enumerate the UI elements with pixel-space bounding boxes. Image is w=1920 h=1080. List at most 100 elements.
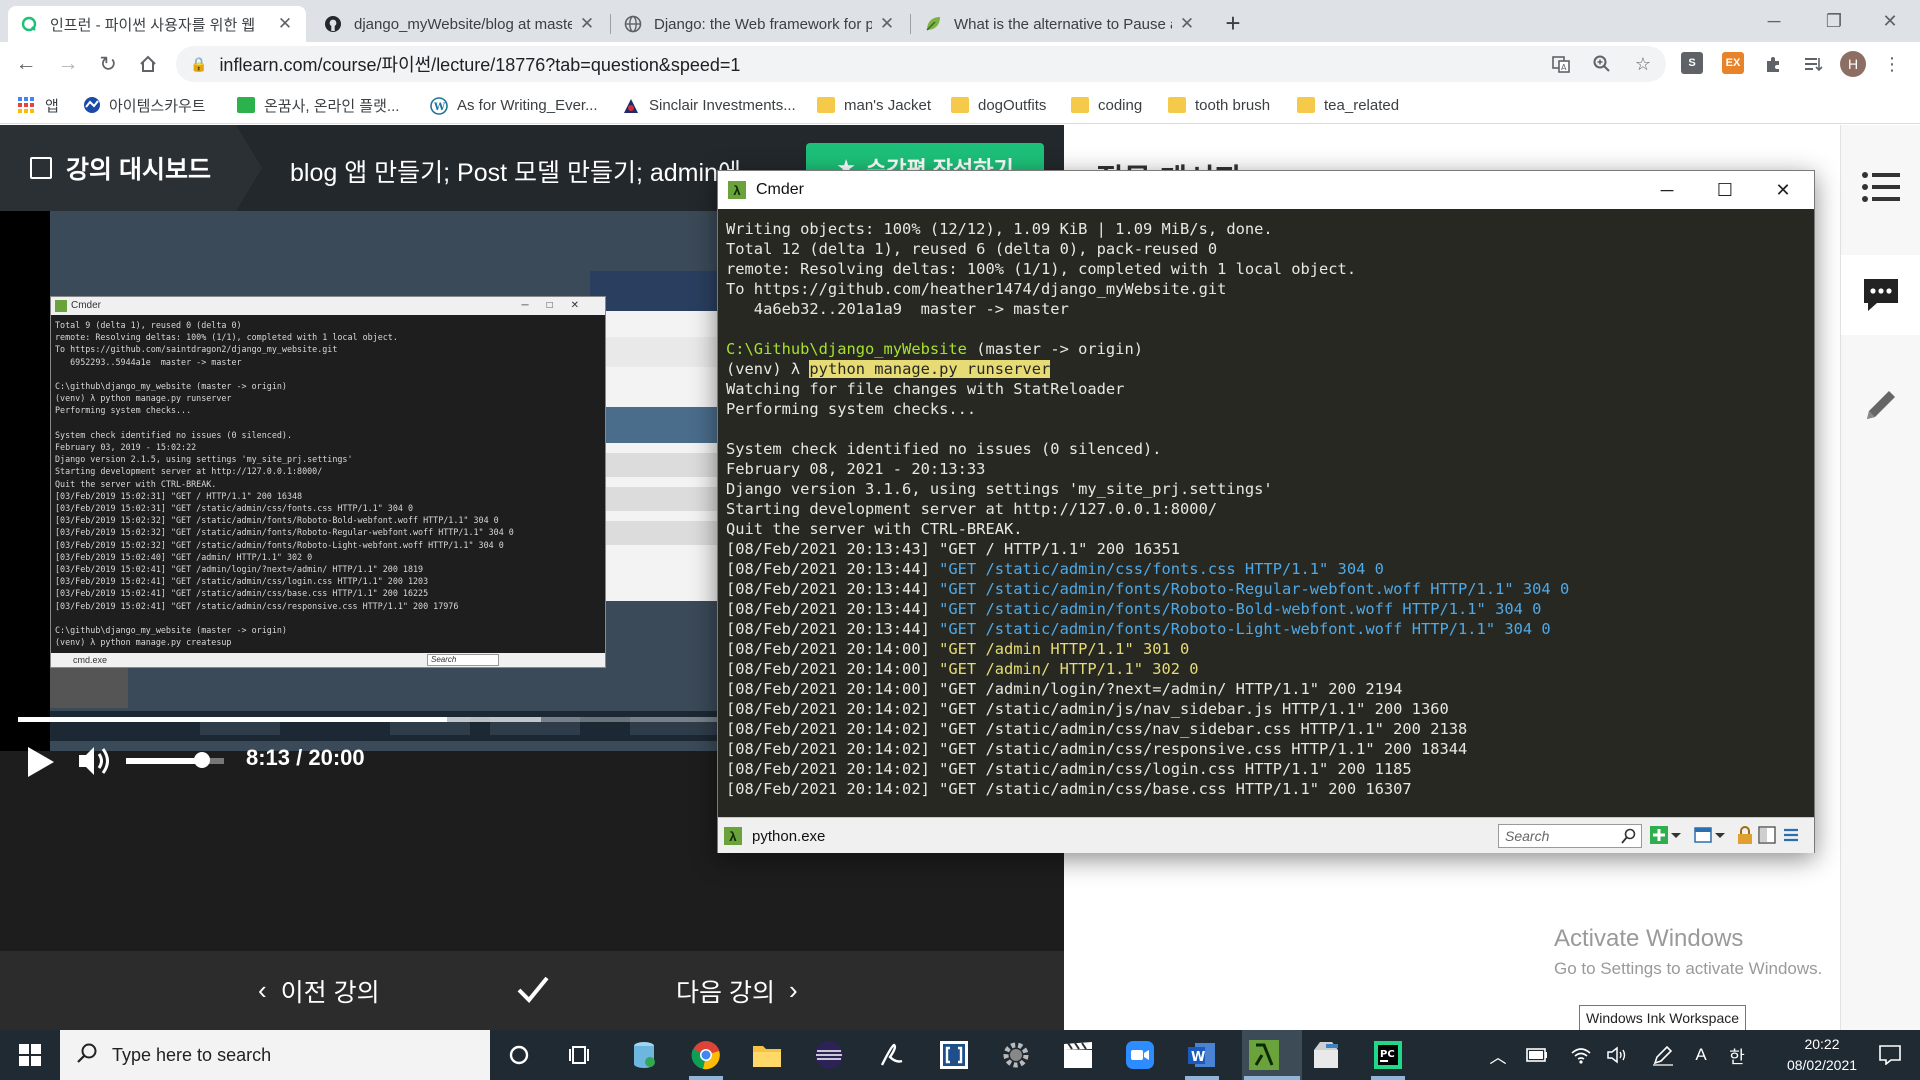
curriculum-list-icon[interactable]	[1841, 147, 1920, 227]
home-icon[interactable]	[132, 48, 164, 80]
extension-ex-icon[interactable]: EX	[1722, 52, 1744, 74]
windows-start-icon[interactable]	[0, 1030, 60, 1080]
chrome-menu-icon[interactable]: ⋮	[1880, 52, 1904, 76]
minimize-window-icon[interactable]: ─	[1744, 0, 1804, 42]
pen-workspace-icon[interactable]	[1648, 1030, 1678, 1080]
file-explorer-icon[interactable]	[750, 1038, 784, 1072]
cmder-console-tab[interactable]: λ python.exe	[724, 823, 825, 849]
hamburger-menu-icon[interactable]	[1782, 826, 1800, 844]
console-text-segment: [08/Feb/2021 20:13:44]	[726, 560, 940, 578]
battery-icon[interactable]	[1520, 1030, 1554, 1080]
zoom-icon[interactable]	[1590, 52, 1614, 76]
restore-window-icon[interactable]: ❐	[1804, 0, 1864, 42]
word-icon[interactable]: W	[1185, 1038, 1219, 1072]
cmder-window[interactable]: λ Cmder ─ ☐ ✕ Writing objects: 100% (12/…	[717, 170, 1815, 853]
lecture-title: blog 앱 만들기; Post 모델 만들기; admin에 ...	[290, 159, 769, 187]
chrome-icon[interactable]	[689, 1038, 723, 1072]
bracket-app-icon[interactable]	[937, 1038, 971, 1072]
bookmark-tooth-brush[interactable]: tooth brush	[1168, 94, 1270, 116]
cmder-status-bar: λ python.exe Search	[718, 817, 1814, 853]
next-lecture-button[interactable]: 다음 강의 ›	[676, 951, 798, 1030]
tab-github[interactable]: django_myWebsite/blog at maste ✕	[312, 6, 608, 42]
eclipse-icon[interactable]	[812, 1038, 846, 1072]
dashboard-link[interactable]: 강의 대시보드	[0, 125, 236, 211]
dropdown-arrow-icon[interactable]	[1714, 826, 1726, 844]
notification-center-icon[interactable]	[1860, 1030, 1920, 1080]
play-icon[interactable]	[26, 745, 56, 779]
cmder-minimize-icon[interactable]: ─	[1638, 171, 1696, 209]
close-tab-icon[interactable]: ✕	[276, 14, 294, 34]
extension-s-icon[interactable]: S	[1681, 52, 1703, 74]
close-window-icon[interactable]: ✕	[1860, 0, 1920, 42]
cmder-taskbar-icon[interactable]	[1247, 1038, 1281, 1072]
tray-expand-icon[interactable]: ︿	[1484, 1030, 1512, 1080]
console-text-segment: Watching for file changes with StatReloa…	[726, 380, 1125, 398]
console-line: System check identified no issues (0 sil…	[726, 439, 1806, 459]
bookmark-coding[interactable]: coding	[1071, 94, 1142, 116]
tab-django[interactable]: Django: the Web framework for p ✕	[612, 6, 908, 42]
clapper-icon[interactable]	[1061, 1038, 1095, 1072]
ime-mode-a[interactable]: A	[1688, 1030, 1714, 1080]
folder-icon	[1168, 97, 1186, 113]
taskbar-clock[interactable]: 20:22 08/02/2021	[1776, 1034, 1868, 1076]
folder-icon	[817, 97, 835, 113]
split-view-icon[interactable]	[1758, 826, 1776, 844]
running-indicator	[1371, 1076, 1405, 1080]
console-line: [08/Feb/2021 20:14:00] "GET /admin/ HTTP…	[726, 659, 1806, 679]
bookmark-onggumsa[interactable]: 온꿈사, 온라인 플랫...	[237, 94, 399, 116]
note-pencil-icon[interactable]	[1841, 365, 1920, 445]
bookmark-dogoutfits[interactable]: dogOutfits	[951, 94, 1046, 116]
forward-arrow-icon[interactable]: →	[52, 48, 84, 80]
tab-separator	[910, 14, 911, 34]
task-view-icon[interactable]	[563, 1038, 597, 1072]
reload-icon[interactable]: ↻	[92, 48, 124, 80]
back-arrow-icon[interactable]: ←	[10, 48, 42, 80]
cmder-maximize-icon[interactable]: ☐	[1696, 171, 1754, 209]
volume-icon[interactable]	[76, 743, 114, 779]
cardboard-box-icon[interactable]	[1309, 1038, 1343, 1072]
close-tab-icon[interactable]: ✕	[578, 14, 596, 34]
zoom-app-icon[interactable]	[1123, 1038, 1157, 1072]
bookmark-apps[interactable]: 앱	[18, 94, 59, 116]
translate-icon[interactable]: A	[1549, 52, 1573, 76]
cmder-console[interactable]: Writing objects: 100% (12/12), 1.09 KiB …	[718, 209, 1814, 817]
wifi-icon[interactable]	[1566, 1030, 1596, 1080]
windows-taskbar: Type here to search W PC ︿ A 한 20:22 08/…	[0, 1030, 1920, 1080]
cortana-icon[interactable]	[502, 1038, 536, 1072]
reading-list-icon[interactable]	[1801, 52, 1825, 76]
close-tab-icon[interactable]: ✕	[878, 14, 896, 34]
sinclair-logo-icon	[622, 97, 640, 113]
complete-check-icon[interactable]	[516, 969, 550, 1009]
taskbar-search-box[interactable]: Type here to search	[60, 1030, 490, 1080]
settings-gear-icon[interactable]	[999, 1038, 1033, 1072]
previous-lecture-button[interactable]: ‹ 이전 강의	[258, 951, 380, 1030]
close-tab-icon[interactable]: ✕	[1178, 14, 1196, 34]
cmder-search-input[interactable]: Search	[1498, 824, 1642, 848]
console-list-icon[interactable]	[1694, 826, 1712, 844]
drive-app-icon[interactable]	[627, 1038, 661, 1072]
tab-inflearn[interactable]: 인프런 - 파이썬 사용자를 위한 웹 ✕	[8, 6, 306, 42]
bookmark-mans-jacket[interactable]: man's Jacket	[817, 94, 931, 116]
bookmark-tea-related[interactable]: tea_related	[1297, 94, 1399, 116]
lock-icon[interactable]	[1736, 826, 1754, 844]
bookmark-star-icon[interactable]: ☆	[1631, 52, 1655, 76]
volume-knob[interactable]	[194, 752, 211, 768]
speaker-icon[interactable]	[1602, 1030, 1632, 1080]
pycharm-icon[interactable]: PC	[1371, 1038, 1405, 1072]
bookmark-itemscout[interactable]: 아이템스카우트	[82, 94, 206, 116]
tab-title: Django: the Web framework for p	[654, 15, 872, 33]
new-tab-button[interactable]: +	[1218, 8, 1248, 38]
dropdown-arrow-icon[interactable]	[1670, 826, 1682, 844]
ime-mode-hangul[interactable]: 한	[1724, 1030, 1750, 1080]
address-bar[interactable]: 🔒 inflearn.com/course/파이썬/lecture/18776?…	[176, 46, 1666, 82]
qa-chat-icon[interactable]	[1841, 255, 1920, 335]
acrobat-icon[interactable]	[875, 1038, 909, 1072]
bookmark-writing[interactable]: W As for Writing_Ever...	[430, 94, 598, 116]
cmder-close-icon[interactable]: ✕	[1754, 171, 1812, 209]
puzzle-extensions-icon[interactable]	[1761, 52, 1785, 76]
tab-alternative[interactable]: What is the alternative to Pause a ✕	[912, 6, 1208, 42]
new-console-icon[interactable]	[1650, 826, 1668, 844]
lambda-icon: λ	[724, 827, 742, 845]
profile-avatar[interactable]: H	[1840, 51, 1866, 77]
bookmark-sinclair[interactable]: Sinclair Investments...	[622, 94, 796, 116]
